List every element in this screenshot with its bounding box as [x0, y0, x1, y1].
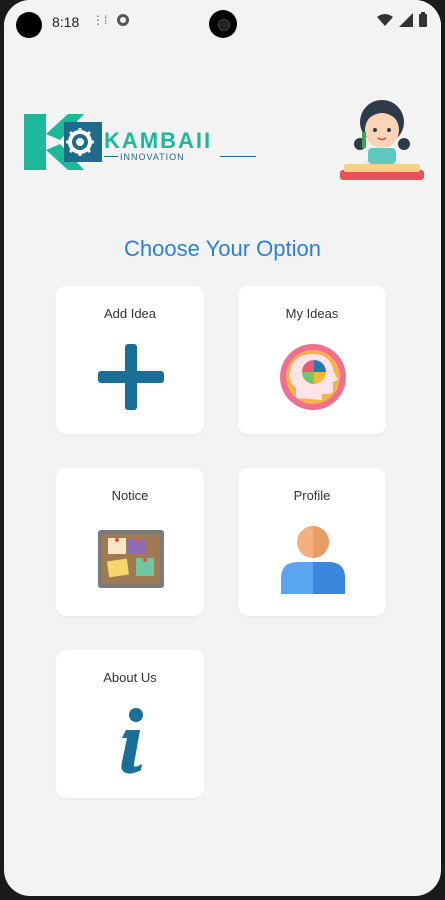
option-label: My Ideas — [285, 306, 339, 321]
camera-cutout-left — [16, 12, 42, 38]
status-bar: 8:18 ⋮⁞ — [4, 0, 441, 44]
kambaii-logo: KAMBAII INNOVATION — [24, 114, 256, 170]
status-time: 8:18 — [52, 14, 80, 30]
battery-icon — [419, 12, 427, 32]
plus-icon — [98, 344, 164, 410]
option-card-add-idea[interactable]: Add Idea — [56, 286, 204, 434]
cell-signal-icon — [399, 12, 413, 32]
notice-board-icon — [98, 530, 164, 588]
user-profile-icon — [281, 526, 345, 594]
option-label: Profile — [293, 488, 331, 503]
notification-icon — [116, 13, 130, 30]
option-card-notice[interactable]: Notice — [56, 468, 204, 616]
camera-cutout-center — [209, 10, 237, 38]
info-icon — [121, 708, 143, 774]
option-label: About Us — [103, 670, 157, 685]
signal-dots-icon: ⋮⁞ — [92, 13, 108, 27]
kambaii-k-mark-icon — [24, 114, 102, 170]
wifi-icon — [377, 13, 393, 32]
logo-title: KAMBAII — [104, 128, 213, 153]
head-pie-chart-icon — [280, 344, 346, 410]
logo-subtitle: INNOVATION — [120, 152, 185, 162]
option-label: Notice — [111, 488, 149, 503]
option-card-about-us[interactable]: About Us — [56, 650, 204, 798]
option-label: Add Idea — [103, 306, 157, 321]
option-card-my-ideas[interactable]: My Ideas — [238, 286, 386, 434]
status-icons — [377, 12, 427, 32]
app-screen: 8:18 ⋮⁞ KAMBAII INNOVATION Choose Your O… — [4, 0, 441, 896]
student-reading-icon — [340, 100, 424, 180]
option-card-profile[interactable]: Profile — [238, 468, 386, 616]
student-avatar — [338, 92, 426, 184]
page-title: Choose Your Option — [124, 236, 321, 261]
